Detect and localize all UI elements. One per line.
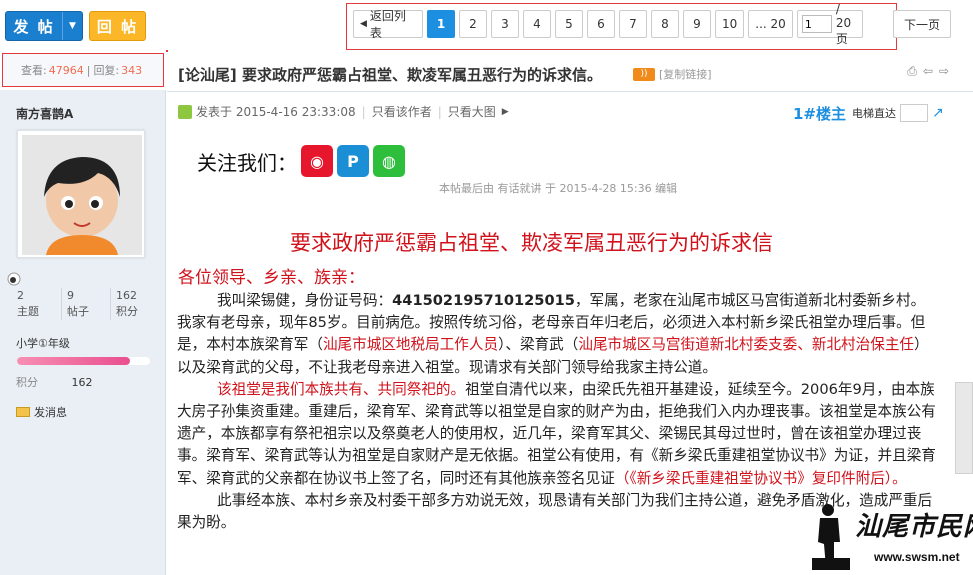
post-meta: 发表于 2015-4-16 23:33:08 | 只看该作者 | 只看大图 ▶ xyxy=(178,103,509,120)
copy-link[interactable]: )) [复制链接] xyxy=(633,66,712,82)
site-watermark: 汕尾市民网 www.swsm.net xyxy=(812,502,973,572)
text-run: ）、梁育武（ xyxy=(498,336,579,354)
text-run: 我叫梁锡健，身份证号码： xyxy=(217,292,393,309)
edit-info: 本帖最后由 有话就讲 于 2015-4-28 15:36 编辑 xyxy=(439,182,678,195)
page-link[interactable]: 3 xyxy=(491,10,519,38)
floor-number[interactable]: 1#楼主 xyxy=(793,103,846,124)
highlight-text: 汕尾市城区地税局工作人员 xyxy=(322,336,499,354)
post-date: 发表于 2015-4-16 23:33:08 xyxy=(196,105,356,119)
top-toolbar: 发 帖 ▼ 回 帖 ◀ 返回列表 1 2 3 4 5 6 7 8 9 10 ..… xyxy=(0,0,973,50)
stat-value: 162 xyxy=(116,289,137,302)
back-to-list-button[interactable]: ◀ 返回列表 xyxy=(353,9,423,40)
thread-header: [论汕尾] 要求政府严惩霸占祖堂、欺凌军属丑恶行为的诉求信。 )) [复制链接]… xyxy=(167,50,973,92)
only-author-link[interactable]: 只看该作者 xyxy=(372,103,432,120)
new-post-label: 发 帖 xyxy=(13,17,55,36)
author-level[interactable]: 小学①年级 xyxy=(16,335,70,351)
next-thread-icon[interactable]: ⇨ xyxy=(939,64,949,79)
page-jump-input[interactable] xyxy=(801,15,832,33)
stat-value: 2 xyxy=(17,289,24,302)
content-greeting: 各位领导、乡亲、族亲： xyxy=(178,268,365,288)
envelope-icon xyxy=(16,407,30,417)
id-number: 441502195710125015 xyxy=(392,292,575,309)
wechat-icon[interactable]: ◍ xyxy=(373,145,405,177)
floor-jump: 电梯直达 ↗ xyxy=(852,104,944,122)
chevron-down-icon[interactable]: ▼ xyxy=(62,12,82,40)
next-page-button[interactable]: 下一页 xyxy=(893,10,951,38)
page-link-current[interactable]: 1 xyxy=(427,10,455,38)
avatar-image xyxy=(22,135,142,255)
separator: | xyxy=(361,104,366,119)
author-credits: 积分 162 xyxy=(16,374,93,390)
credits-label: 积分 xyxy=(16,376,38,389)
highlight-text: （《新乡梁氏重建祖堂协议书》复印件附后）。 xyxy=(614,469,907,487)
weibo-icon[interactable]: ◉ xyxy=(301,145,333,177)
author-stat-posts[interactable]: 9 帖子 xyxy=(61,288,110,320)
highlight-text: 汕尾市城区马宫街道新北村委支委、新北村治保主任 xyxy=(578,336,915,354)
send-message-link[interactable]: 发消息 xyxy=(16,404,67,420)
post-body: 我叫梁锡健，身份证号码：441502195710125015，军属，老家在汕尾市… xyxy=(177,290,937,534)
floor-jump-input[interactable] xyxy=(900,104,928,122)
level-progress-bar xyxy=(17,357,150,365)
author-stat-topics[interactable]: 2 主题 xyxy=(12,288,61,320)
stat-label: 主题 xyxy=(17,305,39,318)
page-link[interactable]: 9 xyxy=(683,10,711,38)
send-message-label: 发消息 xyxy=(34,406,67,419)
thread-title-text: 要求政府严惩霸占祖堂、欺凌军属丑恶行为的诉求信。 xyxy=(241,66,602,84)
prev-thread-icon[interactable]: ⇦ xyxy=(923,64,933,79)
thread-category[interactable]: [论汕尾] xyxy=(178,66,237,84)
page-link[interactable]: 8 xyxy=(651,10,679,38)
only-images-link[interactable]: 只看大图 xyxy=(448,103,496,120)
thread-title: [论汕尾] 要求政府严惩霸占祖堂、欺凌军属丑恶行为的诉求信。 xyxy=(178,64,602,85)
content-title: 要求政府严惩霸占祖堂、欺凌军属丑恶行为的诉求信 xyxy=(290,231,773,255)
watermark-text: 汕尾市民网 xyxy=(855,512,973,542)
stat-label: 帖子 xyxy=(67,305,89,318)
stat-label: 积分 xyxy=(116,305,138,318)
highlight-text: 该祖堂是我们本族共有、共同祭祀的。 xyxy=(217,380,466,398)
page-link[interactable]: 7 xyxy=(619,10,647,38)
paragraph: 我叫梁锡健，身份证号码：441502195710125015，军属，老家在汕尾市… xyxy=(177,290,937,379)
pagination: ◀ 返回列表 1 2 3 4 5 6 7 8 9 10 ... 20 / 20 … xyxy=(353,2,951,46)
watermark-url: www.swsm.net xyxy=(874,550,960,564)
print-icon[interactable]: ⎙ xyxy=(907,64,917,79)
page-link[interactable]: 10 xyxy=(715,10,745,38)
page-jump: / 20 页 xyxy=(796,2,863,46)
author-name[interactable]: 南方喜鹊A xyxy=(16,105,73,122)
page-link[interactable]: 5 xyxy=(555,10,583,38)
page-link[interactable]: 6 xyxy=(587,10,615,38)
reply-button[interactable]: 回 帖 xyxy=(89,11,146,41)
shout-icon[interactable]: )) xyxy=(633,67,655,81)
tencent-weibo-icon[interactable]: P xyxy=(337,145,369,177)
caret-right-icon: ▶ xyxy=(501,106,509,117)
weibo-bind-icon[interactable] xyxy=(7,272,21,289)
follow-us: 关注我们： ◉ P ◍ xyxy=(197,145,405,177)
floor-jump-label: 电梯直达 xyxy=(852,107,896,120)
avatar[interactable] xyxy=(17,130,145,258)
follow-label: 关注我们： xyxy=(197,150,297,175)
author-stats: 2 主题 9 帖子 162 积分 xyxy=(12,288,159,320)
author-stat-credits[interactable]: 162 积分 xyxy=(110,288,159,320)
floating-toolbar[interactable] xyxy=(955,382,973,474)
page-link[interactable]: 2 xyxy=(459,10,487,38)
page-total: / 20 页 xyxy=(835,1,852,46)
online-status-icon xyxy=(178,104,192,119)
credits-value: 162 xyxy=(71,376,93,389)
page-link-last[interactable]: ... 20 xyxy=(748,10,793,38)
paragraph: 该祖堂是我们本族共有、共同祭祀的。祖堂自清代以来，由梁氏先祖开基建设，延续至今。… xyxy=(177,379,937,490)
back-to-list-label: 返回列表 xyxy=(369,9,406,40)
go-arrow-icon[interactable]: ↗ xyxy=(932,105,944,121)
author-sidebar: 南方喜鹊A 2 主题 9 帖子 162 积分 小学①年级 积分 162 发消息 xyxy=(0,90,166,575)
chevron-left-icon: ◀ xyxy=(360,19,367,29)
new-post-button[interactable]: 发 帖 ▼ xyxy=(5,11,83,41)
page-link[interactable]: 4 xyxy=(523,10,551,38)
silhouette-logo-icon xyxy=(812,504,850,570)
stat-value: 9 xyxy=(67,289,74,302)
copy-link-label[interactable]: [复制链接] xyxy=(659,66,712,82)
spacer xyxy=(166,50,168,52)
level-progress-fill xyxy=(17,357,131,365)
separator: | xyxy=(437,104,442,119)
thread-tools: ⎙ ⇦ ⇨ xyxy=(907,64,949,79)
